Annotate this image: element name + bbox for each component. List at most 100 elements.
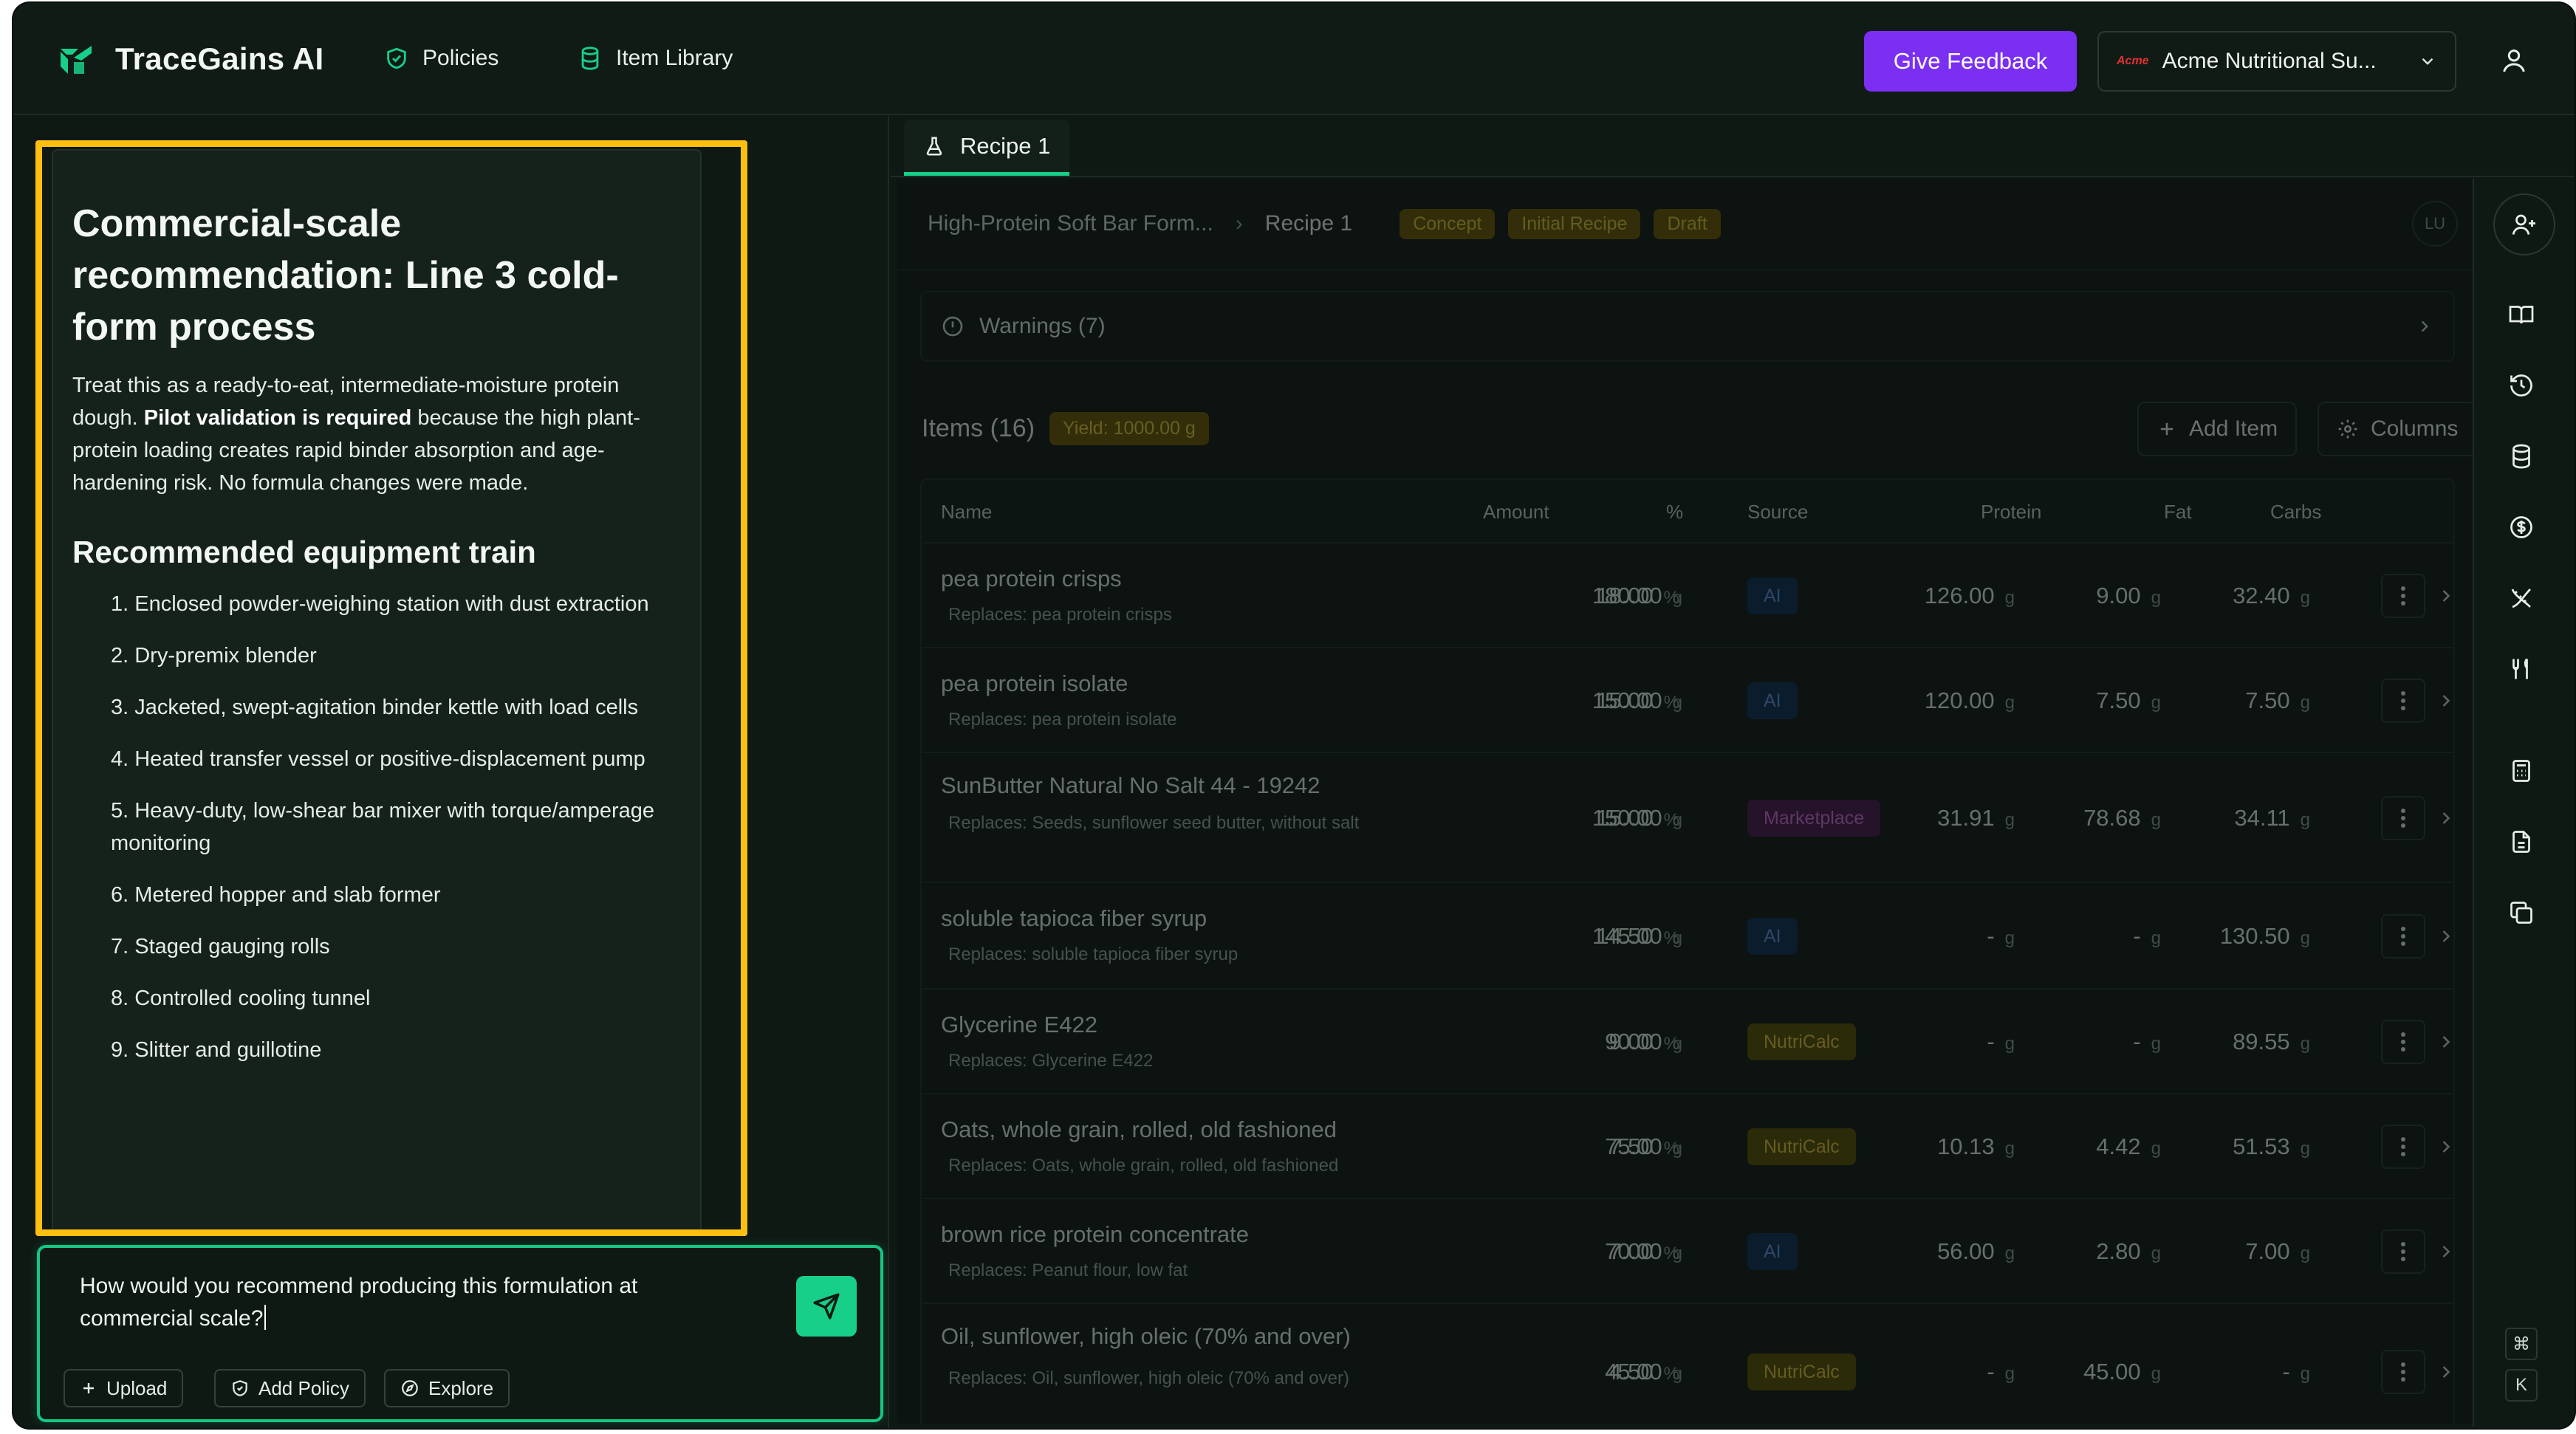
add-collaborator-button[interactable] <box>2493 193 2555 255</box>
upload-button[interactable]: Upload <box>64 1369 184 1407</box>
items-header: Items (16) Yield: 1000.00 g <box>922 412 1209 445</box>
chevron-right-icon: › <box>1235 211 1243 236</box>
row-menu-button[interactable] <box>2381 1229 2425 1274</box>
avatar[interactable]: LU <box>2412 201 2458 247</box>
add-policy-button[interactable]: Add Policy <box>214 1369 366 1407</box>
row-menu-button[interactable] <box>2381 1020 2425 1064</box>
columns-button[interactable]: Columns <box>2318 402 2473 456</box>
list-item: 2. Dry-premix blender <box>111 644 317 668</box>
chevron-right-icon[interactable] <box>2436 926 2453 947</box>
table-row[interactable]: SunButter Natural No Salt 44 - 19242 Repl… <box>922 753 2453 883</box>
row-menu-button[interactable] <box>2381 914 2425 958</box>
percent-cell[interactable]: 7.50% <box>1572 1133 1679 1160</box>
brand[interactable]: TraceGains AI <box>58 41 323 77</box>
nav-item-library[interactable]: Item Library <box>578 46 733 71</box>
percent-cell[interactable]: 9.00% <box>1572 1029 1679 1055</box>
item-replaces: Replaces: Peanut flour, low fat <box>948 1260 1188 1280</box>
row-menu-button[interactable] <box>2381 574 2425 618</box>
fat-unit: g <box>2151 1139 2161 1159</box>
chevron-right-icon[interactable] <box>2436 1362 2453 1382</box>
warnings-bar[interactable]: Warnings (7) <box>920 291 2455 362</box>
row-menu-button[interactable] <box>2381 679 2425 723</box>
user-profile-icon[interactable] <box>2499 46 2529 75</box>
copy-icon[interactable] <box>2504 895 2539 930</box>
row-menu-button[interactable] <box>2381 1350 2425 1394</box>
list-item: 7. Staged gauging rolls <box>111 935 330 958</box>
col-protein[interactable]: Protein <box>1981 501 2041 524</box>
col-percent[interactable]: % <box>1666 501 1683 524</box>
chevron-right-icon[interactable] <box>2436 1032 2453 1052</box>
item-name[interactable]: pea protein crisps <box>941 566 1122 592</box>
items-count: Items (16) <box>922 414 1035 442</box>
chevron-right-icon[interactable] <box>2436 690 2453 711</box>
send-button[interactable] <box>796 1276 857 1337</box>
app-name: TraceGains AI <box>115 41 324 76</box>
chat-input[interactable]: How would you recommend producing this f… <box>80 1270 730 1335</box>
chat-composer[interactable]: How would you recommend producing this f… <box>37 1245 883 1422</box>
item-name[interactable]: Glycerine E422 <box>941 1012 1097 1038</box>
table-row[interactable]: soluble tapioca fiber syrup Replaces: sol… <box>922 883 2453 989</box>
percent-cell[interactable]: 15.00% <box>1572 805 1679 831</box>
col-amount[interactable]: Amount <box>1483 501 1549 524</box>
organization-select[interactable]: Acme Acme Nutritional Su... <box>2097 31 2456 92</box>
chevron-right-icon[interactable] <box>2436 586 2453 606</box>
table-row[interactable]: Oats, whole grain, rolled, old fashioned… <box>922 1094 2453 1199</box>
row-menu-button[interactable] <box>2381 796 2425 840</box>
recipe-tabs: Recipe 1 <box>891 117 2575 177</box>
fat-cell: 9.00 g <box>2044 583 2161 609</box>
calculator-icon[interactable] <box>2504 753 2539 789</box>
dollar-icon[interactable] <box>2504 510 2539 545</box>
item-replaces: Replaces: Oats, whole grain, rolled, old… <box>948 1156 1339 1176</box>
percent-cell[interactable]: 15.00% <box>1572 687 1679 714</box>
give-feedback-button[interactable]: Give Feedback <box>1864 31 2077 92</box>
history-icon[interactable] <box>2504 368 2539 403</box>
col-carbs[interactable]: Carbs <box>2270 501 2321 524</box>
percent-cell[interactable]: 7.00% <box>1572 1238 1679 1265</box>
percent-value: 4.50 <box>1609 1359 1654 1385</box>
percent-unit: % <box>1663 928 1679 948</box>
percent-cell[interactable]: 18.00% <box>1572 583 1679 609</box>
table-row[interactable]: pea protein crisps Replaces: pea protein … <box>922 543 2453 648</box>
col-name[interactable]: Name <box>941 501 992 524</box>
table-row[interactable]: Oil, sunflower, high oleic (70% and over… <box>922 1304 2453 1424</box>
carbs-unit: g <box>2300 1364 2310 1384</box>
explore-button[interactable]: Explore <box>384 1369 510 1407</box>
item-name[interactable]: pea protein isolate <box>941 670 1128 697</box>
database-icon[interactable] <box>2504 439 2539 474</box>
list-item: 9. Slitter and guillotine <box>111 1038 322 1062</box>
source-badge: AI <box>1747 577 1798 614</box>
protein-value: - <box>1987 1029 1995 1054</box>
table-row[interactable]: Glycerine E422 Replaces: Glycerine E422 90… <box>922 989 2453 1094</box>
chevron-right-icon[interactable] <box>2436 808 2453 829</box>
item-name[interactable]: brown rice protein concentrate <box>941 1221 1249 1248</box>
row-menu-button[interactable] <box>2381 1125 2425 1169</box>
percent-cell[interactable]: 14.50% <box>1572 923 1679 950</box>
dna-icon[interactable] <box>2504 580 2539 616</box>
message-intro: Treat this as a ready-to-eat, intermedia… <box>72 369 681 499</box>
col-fat[interactable]: Fat <box>2164 501 2192 524</box>
item-name[interactable]: SunButter Natural No Salt 44 - 19242 <box>941 772 1320 799</box>
status-badge: Concept <box>1400 208 1496 239</box>
utensils-icon[interactable] <box>2504 651 2539 687</box>
breadcrumb-parent[interactable]: High-Protein Soft Bar Form... <box>928 211 1213 236</box>
nav-policies[interactable]: Policies <box>384 46 499 71</box>
item-name[interactable]: Oats, whole grain, rolled, old fashioned <box>941 1116 1337 1143</box>
book-icon[interactable] <box>2504 297 2539 332</box>
chevron-right-icon[interactable] <box>2436 1136 2453 1157</box>
table-header: Name Amount % Source Protein Fat Carbs <box>922 480 2453 543</box>
item-name[interactable]: Oil, sunflower, high oleic (70% and over… <box>941 1323 1351 1350</box>
chevron-right-icon[interactable] <box>2436 1241 2453 1262</box>
user-plus-icon <box>2511 211 2538 238</box>
gear-icon <box>2337 418 2359 440</box>
col-source[interactable]: Source <box>1747 501 1808 524</box>
add-item-button[interactable]: Add Item <box>2137 402 2298 456</box>
table-row[interactable]: brown rice protein concentrate Replaces: … <box>922 1199 2453 1304</box>
item-name[interactable]: soluble tapioca fiber syrup <box>941 905 1207 932</box>
table-row[interactable]: pea protein isolate Replaces: pea protein… <box>922 648 2453 753</box>
tab-recipe-1[interactable]: Recipe 1 <box>904 120 1070 176</box>
document-icon[interactable] <box>2504 824 2539 860</box>
shield-icon <box>230 1379 250 1398</box>
protein-value: - <box>1987 1359 1995 1385</box>
percent-cell[interactable]: 4.50% <box>1572 1359 1679 1385</box>
list-item: 4. Heated transfer vessel or positive-di… <box>111 747 645 771</box>
